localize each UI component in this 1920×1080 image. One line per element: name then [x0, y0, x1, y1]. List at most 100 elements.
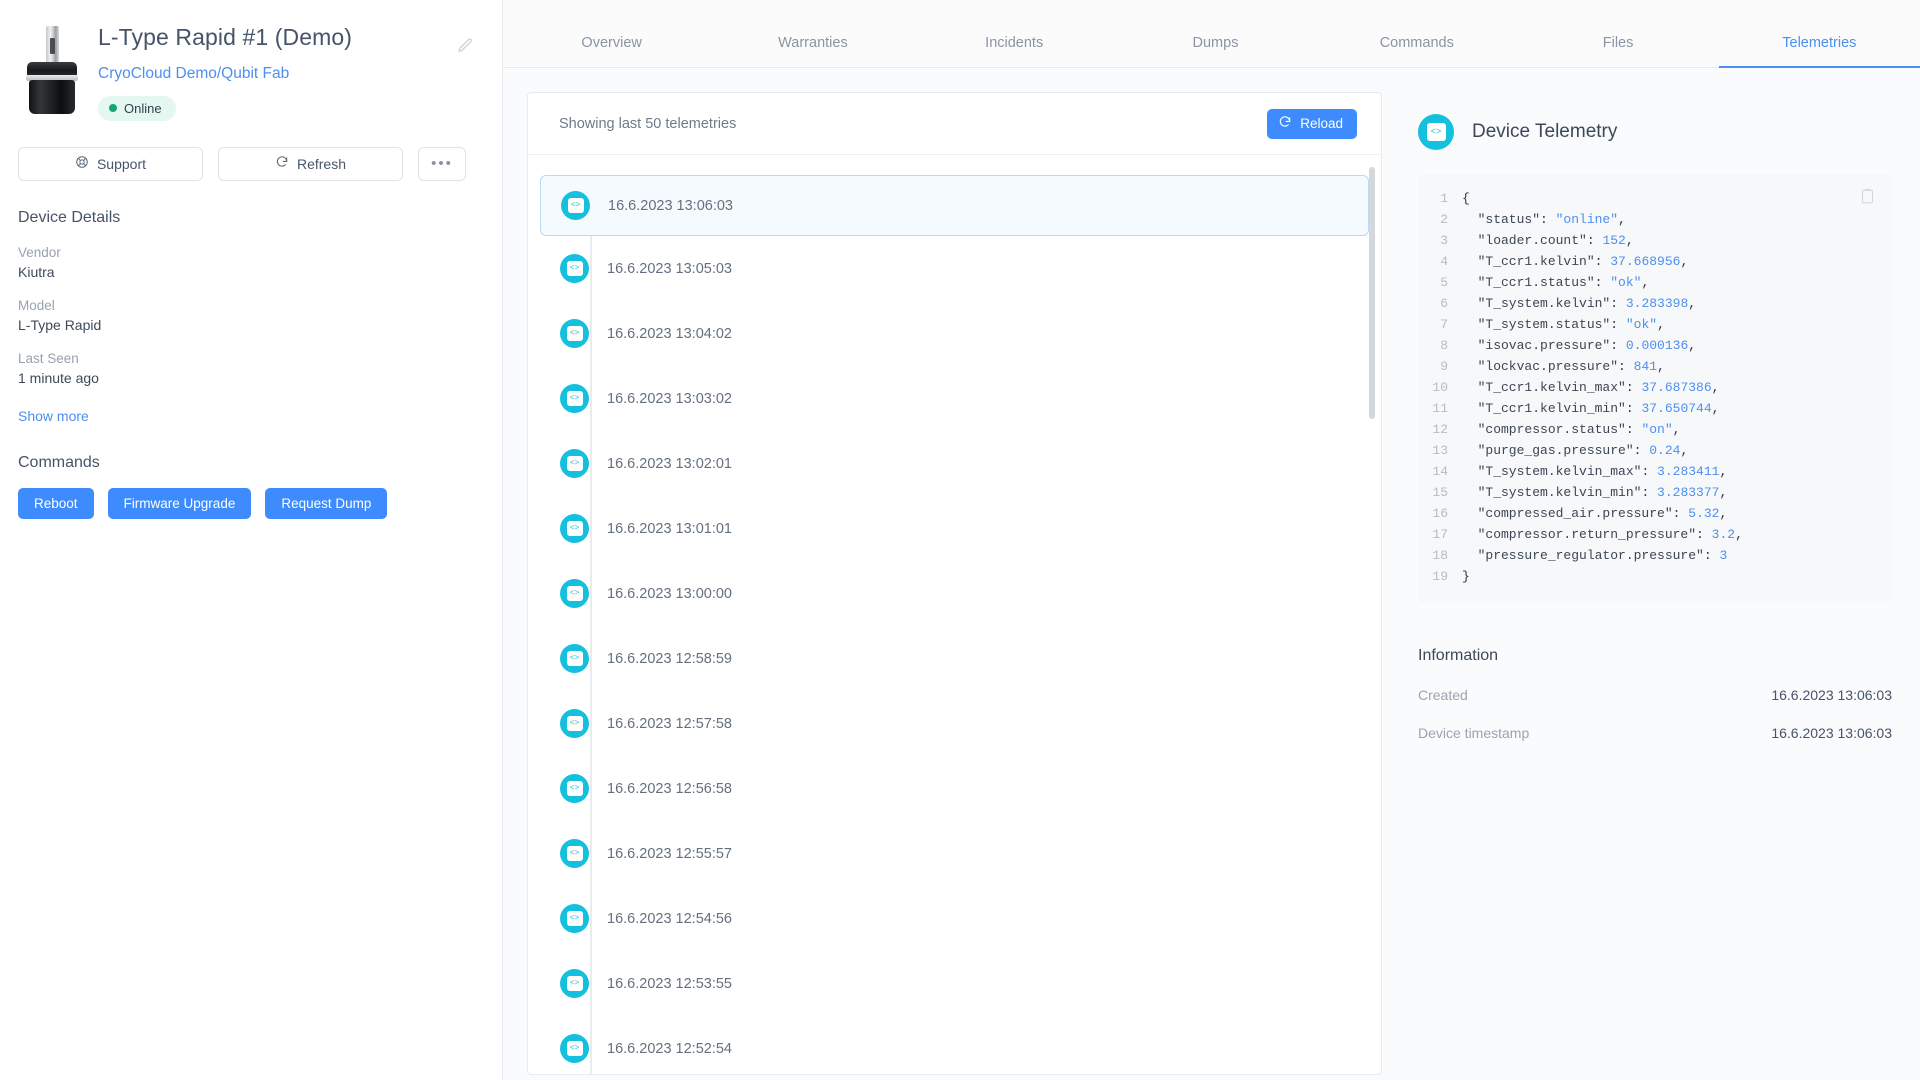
- tab-incidents[interactable]: Incidents: [914, 35, 1115, 67]
- telemetry-scroll-area[interactable]: <> 16.6.2023 13:06:03 <> 16.6.2023 13:05…: [528, 155, 1381, 1074]
- code-braces-icon: <>: [560, 319, 589, 348]
- pencil-icon[interactable]: [452, 32, 478, 58]
- tab-dumps[interactable]: Dumps: [1115, 35, 1316, 67]
- tab-files[interactable]: Files: [1517, 35, 1718, 67]
- telemetry-timestamp: 16.6.2023 12:57:58: [607, 715, 732, 732]
- request-dump-button[interactable]: Request Dump: [265, 487, 388, 519]
- commands-heading: Commands: [18, 453, 100, 471]
- tab-telemetries[interactable]: Telemetries: [1718, 35, 1920, 68]
- code-braces-icon: <>: [560, 514, 589, 543]
- code-braces-icon: <>: [561, 191, 590, 220]
- code-braces-icon: <>: [560, 579, 589, 608]
- json-line-number: 6: [1440, 296, 1448, 311]
- refresh-button[interactable]: Refresh: [218, 146, 403, 181]
- telemetry-timestamp: 16.6.2023 13:06:03: [608, 197, 733, 214]
- telemetry-timestamp: 16.6.2023 12:53:55: [607, 975, 732, 992]
- json-line-number: 5: [1440, 275, 1448, 290]
- code-braces-icon: <>: [560, 1034, 589, 1063]
- json-line-number: 10: [1432, 380, 1448, 395]
- telemetry-count-text: Showing last 50 telemetries: [559, 115, 737, 132]
- telemetry-timestamp: 16.6.2023 12:58:59: [607, 650, 732, 667]
- more-options-icon: •••: [431, 155, 453, 173]
- list-item[interactable]: <> 16.6.2023 13:05:03: [528, 236, 1381, 301]
- code-braces-icon: <>: [560, 254, 589, 283]
- json-code-line: 16 "compressed_air.pressure": 5.32,: [1428, 503, 1882, 524]
- status-badge: Online: [98, 95, 176, 121]
- list-item[interactable]: <> 16.6.2023 12:53:55: [528, 951, 1381, 1016]
- detail-value: Kiutra: [18, 263, 55, 280]
- telemetry-list-scrollbar[interactable]: [1369, 167, 1375, 419]
- show-more-link[interactable]: Show more: [18, 408, 89, 424]
- telemetry-timestamp: 16.6.2023 12:55:57: [607, 845, 732, 862]
- telemetry-list-header: Showing last 50 telemetries Reload: [528, 93, 1381, 155]
- json-code-line: 18 "pressure_regulator.pressure": 3: [1428, 545, 1882, 566]
- telemetry-timestamp: 16.6.2023 12:52:54: [607, 1040, 732, 1057]
- json-line-number: 1: [1440, 191, 1448, 206]
- clipboard-icon[interactable]: [1860, 188, 1876, 206]
- json-line-number: 9: [1440, 359, 1448, 374]
- code-braces-icon: <>: [560, 839, 589, 868]
- reload-button[interactable]: Reload: [1267, 108, 1357, 139]
- json-line-content: "compressor.status": "on",: [1462, 422, 1681, 437]
- telemetry-list-card: Showing last 50 telemetries Reload <> 16…: [527, 92, 1382, 1075]
- json-line-content: "T_ccr1.status": "ok",: [1462, 275, 1650, 290]
- json-line-number: 18: [1432, 548, 1448, 563]
- telemetry-detail-title: Device Telemetry: [1472, 121, 1618, 142]
- list-item[interactable]: <> 16.6.2023 12:54:56: [528, 886, 1381, 951]
- json-line-number: 8: [1440, 338, 1448, 353]
- list-item[interactable]: <> 16.6.2023 12:55:57: [528, 821, 1381, 886]
- list-item[interactable]: <> 16.6.2023 12:52:54: [528, 1016, 1381, 1074]
- code-braces-icon: <>: [560, 449, 589, 478]
- info-value: 16.6.2023 13:06:03: [1771, 687, 1892, 703]
- list-item[interactable]: <> 16.6.2023 13:02:01: [528, 431, 1381, 496]
- device-header: L-Type Rapid #1 (Demo) CryoCloud Demo/Qu…: [18, 18, 484, 121]
- json-line-content: "compressed_air.pressure": 5.32,: [1462, 506, 1728, 521]
- device-detail-page: L-Type Rapid #1 (Demo) CryoCloud Demo/Qu…: [0, 0, 1920, 1080]
- list-item[interactable]: <> 16.6.2023 12:57:58: [528, 691, 1381, 756]
- detail-value: L-Type Rapid: [18, 316, 102, 333]
- json-line-content: "status": "online",: [1462, 212, 1626, 227]
- detail-label: Model: [18, 297, 55, 313]
- json-line-content: "T_ccr1.kelvin_max": 37.687386,: [1462, 380, 1720, 395]
- list-item[interactable]: <> 16.6.2023 13:03:02: [528, 366, 1381, 431]
- reboot-button[interactable]: Reboot: [18, 487, 94, 519]
- json-code-line: 19}: [1428, 566, 1882, 587]
- support-button[interactable]: Support: [18, 146, 203, 181]
- json-line-number: 17: [1432, 527, 1448, 542]
- list-item[interactable]: <> 16.6.2023 13:01:01: [528, 496, 1381, 561]
- code-braces-icon: <>: [1418, 114, 1454, 150]
- json-code-line: 4 "T_ccr1.kelvin": 37.668956,: [1428, 251, 1882, 272]
- json-line-number: 11: [1432, 401, 1448, 416]
- detail-model: Model L-Type Rapid: [18, 298, 484, 333]
- more-options-button[interactable]: •••: [418, 146, 466, 181]
- json-code-line: 3 "loader.count": 152,: [1428, 230, 1882, 251]
- breadcrumb[interactable]: CryoCloud Demo/Qubit Fab: [98, 65, 289, 83]
- list-item[interactable]: <> 16.6.2023 13:04:02: [528, 301, 1381, 366]
- list-item[interactable]: <> 16.6.2023 12:56:58: [528, 756, 1381, 821]
- json-line-content: "T_ccr1.kelvin": 37.668956,: [1462, 254, 1689, 269]
- json-line-content: }: [1462, 569, 1470, 584]
- json-code-line: 13 "purge_gas.pressure": 0.24,: [1428, 440, 1882, 461]
- json-code-line: 7 "T_system.status": "ok",: [1428, 314, 1882, 335]
- device-details-heading: Device Details: [18, 208, 121, 226]
- detail-last-seen: Last Seen 1 minute ago: [18, 351, 484, 386]
- telemetry-timestamp: 16.6.2023 13:05:03: [607, 260, 732, 277]
- tab-commands[interactable]: Commands: [1316, 35, 1517, 67]
- json-line-content: "loader.count": 152,: [1462, 233, 1634, 248]
- telemetry-timestamp: 16.6.2023 13:00:00: [607, 585, 732, 602]
- tab-warranties[interactable]: Warranties: [712, 35, 913, 67]
- device-sidebar: L-Type Rapid #1 (Demo) CryoCloud Demo/Qu…: [0, 0, 503, 1080]
- tab-overview[interactable]: Overview: [511, 35, 712, 67]
- json-code-line: 2 "status": "online",: [1428, 209, 1882, 230]
- information-heading: Information: [1418, 647, 1499, 664]
- list-item[interactable]: <> 16.6.2023 13:00:00: [528, 561, 1381, 626]
- json-code-line: 11 "T_ccr1.kelvin_min": 37.650744,: [1428, 398, 1882, 419]
- list-item[interactable]: <> 16.6.2023 13:06:03: [540, 175, 1369, 236]
- tab-bar: Overview Warranties Incidents Dumps Comm…: [503, 0, 1920, 68]
- json-code-line: 1{: [1428, 188, 1882, 209]
- json-line-content: "pressure_regulator.pressure": 3: [1462, 548, 1728, 563]
- device-action-row: Support Refresh •••: [18, 146, 484, 181]
- list-item[interactable]: <> 16.6.2023 12:58:59: [528, 626, 1381, 691]
- json-line-number: 13: [1432, 443, 1448, 458]
- firmware-upgrade-button[interactable]: Firmware Upgrade: [107, 487, 252, 519]
